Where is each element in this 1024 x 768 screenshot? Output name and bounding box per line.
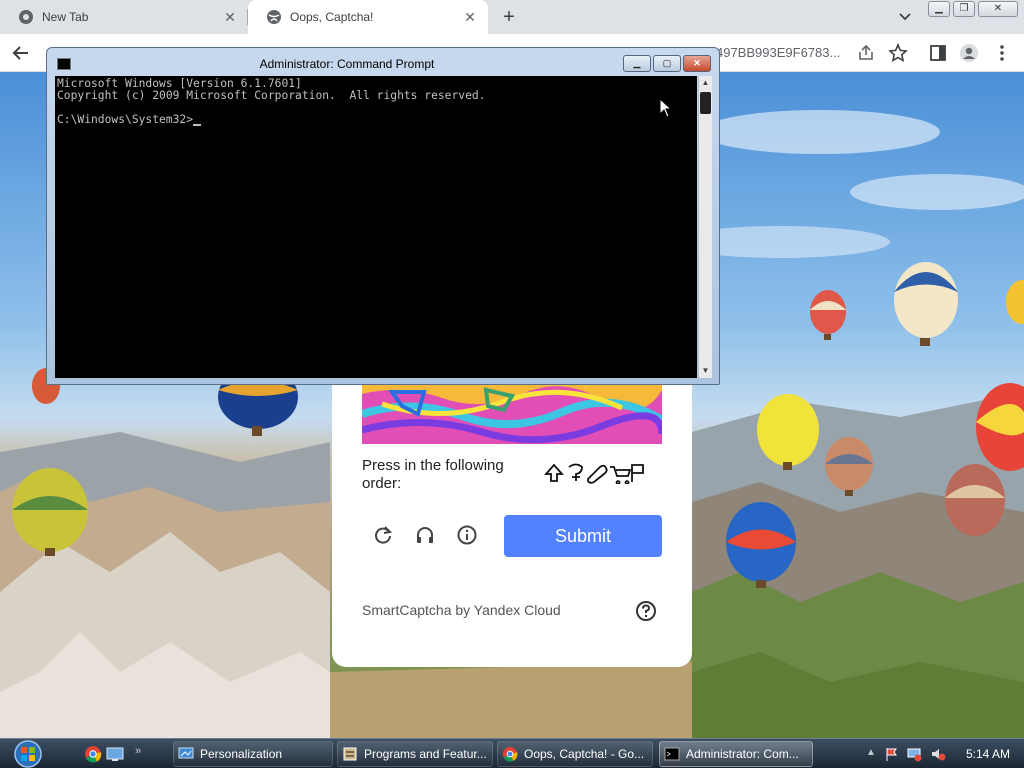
console-output[interactable]: Microsoft Windows [Version 6.1.7601] Cop…: [55, 76, 697, 378]
captcha-order-icons: [544, 463, 644, 484]
cmd-close-button[interactable]: ✕: [683, 55, 711, 72]
console-line: Copyright (c) 2009 Microsoft Corporation…: [57, 89, 486, 102]
bookmark-star-icon[interactable]: [888, 43, 908, 63]
taskbar-item-command-prompt[interactable]: Administrator: Com...: [659, 741, 813, 767]
taskbar-item-label: Programs and Featur...: [364, 747, 487, 761]
headphones-audio-icon[interactable]: [414, 524, 436, 546]
window-close-button[interactable]: ✕: [978, 1, 1018, 17]
window-restore-button[interactable]: ❐: [953, 1, 975, 17]
scrollbar-thumb[interactable]: [700, 92, 711, 114]
text-cursor: [193, 124, 202, 126]
console-scrollbar[interactable]: ▲ ▼: [698, 76, 712, 378]
captcha-instruction: Press in the following order:: [362, 457, 504, 492]
submit-button[interactable]: Submit: [504, 515, 662, 557]
help-question-icon[interactable]: [635, 600, 657, 622]
scroll-down-arrow-icon[interactable]: ▼: [699, 364, 712, 378]
tab-new-tab[interactable]: New Tab ✕: [0, 0, 248, 34]
taskbar-item-label: Personalization: [200, 747, 283, 761]
address-bar-text[interactable]: 497BB993E9F6783...: [716, 45, 840, 60]
chrome-icon: [502, 746, 518, 762]
action-center-flag-icon[interactable]: [884, 746, 900, 762]
show-desktop-icon[interactable]: [106, 745, 124, 763]
chrome-icon: [19, 10, 33, 24]
cmd-maximize-button[interactable]: ▢: [653, 55, 681, 72]
more-menu-icon[interactable]: [992, 43, 1012, 63]
profile-avatar-icon[interactable]: [959, 43, 979, 63]
close-icon[interactable]: ✕: [222, 9, 238, 25]
cmd-icon: [664, 747, 680, 761]
taskbar-item-label: Administrator: Com...: [686, 747, 799, 761]
browser-tab-strip: New Tab ✕ Oops, Captcha! ✕ + ▁ ❐ ✕: [0, 0, 1024, 34]
system-clock[interactable]: 5:14 AM: [966, 747, 1010, 761]
captcha-card: Press in the following order: Submit Sma…: [332, 384, 692, 667]
windows-start-button-icon[interactable]: [8, 740, 48, 768]
volume-muted-icon[interactable]: [930, 746, 946, 762]
scroll-up-arrow-icon[interactable]: ▲: [699, 76, 712, 90]
tab-label: New Tab: [42, 10, 89, 24]
chevron-down-icon[interactable]: [896, 9, 914, 25]
tray-expand-icon[interactable]: ▲: [866, 747, 876, 758]
programs-features-icon: [343, 747, 357, 761]
share-icon[interactable]: [856, 43, 876, 63]
windows-taskbar: » Personalization Programs and Featur...…: [0, 738, 1024, 768]
smartcaptcha-branding[interactable]: SmartCaptcha by Yandex Cloud: [362, 602, 561, 618]
command-prompt-window[interactable]: Administrator: Command Prompt ▁ ▢ ✕ Micr…: [46, 47, 720, 385]
taskbar-item-personalization[interactable]: Personalization: [173, 741, 333, 767]
quicklaunch-overflow-icon[interactable]: »: [135, 745, 141, 757]
tab-oops-captcha[interactable]: Oops, Captcha! ✕: [248, 0, 488, 34]
new-tab-button[interactable]: +: [498, 6, 520, 28]
window-minimize-button[interactable]: ▁: [928, 1, 950, 17]
globe-icon: [267, 10, 281, 24]
taskbar-item-chrome[interactable]: Oops, Captcha! - Go...: [497, 741, 653, 767]
taskbar-item-label: Oops, Captcha! - Go...: [524, 747, 645, 761]
cmd-window-title: Administrator: Command Prompt: [259, 57, 435, 71]
refresh-icon[interactable]: [372, 524, 394, 546]
info-icon[interactable]: [456, 524, 478, 546]
side-panel-icon[interactable]: [928, 43, 948, 63]
tab-label: Oops, Captcha!: [290, 10, 374, 24]
personalization-icon: [178, 747, 194, 759]
chrome-icon[interactable]: [84, 745, 102, 763]
cmd-minimize-button[interactable]: ▁: [623, 55, 651, 72]
captcha-challenge-image[interactable]: [362, 384, 662, 444]
taskbar-item-programs-features[interactable]: Programs and Featur...: [337, 741, 493, 767]
close-icon[interactable]: ✕: [462, 9, 478, 25]
network-icon[interactable]: [906, 746, 922, 762]
back-arrow-icon[interactable]: [10, 42, 32, 64]
mouse-pointer-icon: [659, 98, 673, 118]
console-prompt: C:\Windows\System32>: [57, 113, 194, 126]
